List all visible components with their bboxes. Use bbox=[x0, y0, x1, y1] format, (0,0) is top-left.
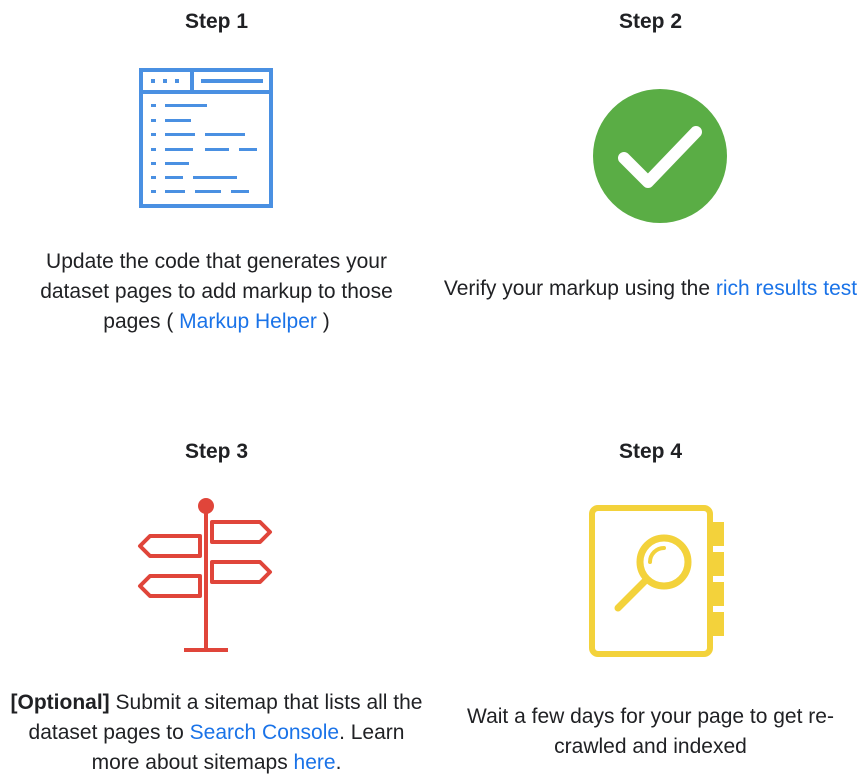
markup-helper-link[interactable]: Markup Helper bbox=[179, 310, 317, 333]
rich-results-test-link[interactable]: rich results test bbox=[716, 277, 857, 300]
step-2-description: Verify your markup using the rich result… bbox=[434, 274, 867, 304]
step-1: Step 1 Update the code that generates yo… bbox=[0, 0, 433, 400]
step-4-title: Step 4 bbox=[618, 440, 683, 463]
step-3-description: [Optional] Submit a sitemap that lists a… bbox=[0, 688, 433, 778]
optional-label: [Optional] bbox=[10, 691, 110, 714]
step-3-text-after: . bbox=[335, 751, 342, 774]
search-notebook-icon bbox=[586, 502, 734, 665]
step-2-title: Step 2 bbox=[618, 10, 683, 33]
signpost-icon bbox=[136, 496, 276, 661]
search-console-link[interactable]: Search Console bbox=[190, 721, 339, 744]
step-4-description: Wait a few days for your page to get re-… bbox=[434, 702, 867, 762]
step-1-title: Step 1 bbox=[184, 10, 249, 33]
step-2: Step 2 Verify your markup using the rich… bbox=[434, 0, 867, 400]
step-1-text-after: ) bbox=[316, 310, 330, 333]
step-4-text: Wait a few days for your page to get re-… bbox=[467, 705, 834, 758]
code-editor-icon bbox=[139, 68, 273, 213]
step-2-text: Verify your markup using the bbox=[443, 277, 716, 300]
step-3: Step 3 [Optional] Submit a sitemap that … bbox=[0, 430, 433, 778]
step-4: Step 4 Wait a few days for your page to … bbox=[434, 430, 867, 778]
sitemaps-here-link[interactable]: here bbox=[294, 751, 336, 774]
step-1-description: Update the code that generates your data… bbox=[0, 247, 433, 337]
check-circle-icon bbox=[592, 88, 728, 229]
step-3-title: Step 3 bbox=[184, 440, 249, 463]
